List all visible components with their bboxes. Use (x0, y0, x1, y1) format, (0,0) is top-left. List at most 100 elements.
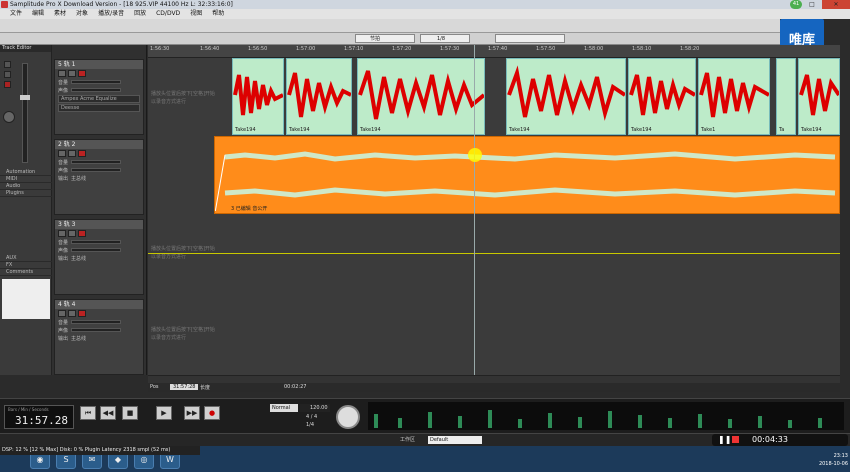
ruler-tick: 1:57:20 (392, 46, 412, 52)
audio-clip-take[interactable]: Take194 (357, 58, 485, 135)
track-3-name: 3 轨 3 (55, 220, 143, 229)
sync-mode[interactable]: Normal (270, 404, 298, 412)
stop-button[interactable]: ■ (122, 406, 138, 420)
track-1-fx-slot-1[interactable]: Ampex Acme Equalize (58, 95, 140, 103)
track-1-record[interactable] (78, 70, 86, 77)
pause-icon[interactable]: ❚❚ (718, 434, 731, 446)
close-button[interactable]: ✕ (822, 0, 850, 9)
track-2-volume[interactable] (71, 160, 122, 164)
waveform (629, 74, 695, 116)
menu-cd-dvd[interactable]: CD/DVD (156, 9, 180, 19)
notification-badge[interactable]: 41 (790, 0, 802, 9)
menu-view[interactable]: 视图 (190, 9, 202, 19)
pan-knob[interactable] (3, 111, 15, 123)
audio-clip-take[interactable]: Take194 (628, 58, 696, 135)
jog-wheel[interactable] (336, 405, 360, 429)
pos-value[interactable]: 31:57:28 (170, 384, 199, 390)
tempo-value[interactable]: 120.00 (300, 404, 330, 412)
track-2-header[interactable]: 2 轨 2 音量 声像 输出 主总线 (54, 139, 144, 215)
audio-clip-selected[interactable]: 3 已编辑 音公开 (214, 136, 840, 214)
track-3-volume[interactable] (71, 240, 122, 244)
audio-clip-take[interactable]: Take194 (798, 58, 840, 135)
sidebar-item-comments[interactable]: Comments (0, 269, 52, 276)
screen-recorder-widget[interactable]: ❚❚ 00:04:33 (712, 434, 848, 446)
audio-clip-take[interactable]: Take194 (286, 58, 352, 135)
automation-line[interactable] (148, 253, 840, 254)
ruler-tick: 1:56:40 (200, 46, 220, 52)
timeline-ruler[interactable]: 1:56:30 1:56:40 1:56:50 1:57:00 1:57:10 … (148, 45, 840, 58)
search-input[interactable] (495, 34, 565, 43)
track-4-solo[interactable] (68, 310, 76, 317)
track-1-pan[interactable] (71, 88, 122, 92)
ruler-tick: 1:57:30 (440, 46, 460, 52)
sidebar-item-audio[interactable]: Audio (0, 183, 52, 190)
menu-file[interactable]: 文件 (10, 9, 22, 19)
menu-material[interactable]: 素材 (54, 9, 66, 19)
hint-text: 播放头位置后按下[空格]开始 以录音方式进行 (151, 91, 215, 105)
track-4-header[interactable]: 4 轨 4 音量 声像 输出 主总线 (54, 299, 144, 375)
time-signature[interactable]: 4 / 4 (306, 414, 317, 420)
track-4-pan[interactable] (71, 328, 122, 332)
fast-forward-button[interactable]: ▶▶ (184, 406, 200, 420)
track-2-pan[interactable] (71, 168, 122, 172)
track-1-solo[interactable] (68, 70, 76, 77)
track-3-header[interactable]: 3 轨 3 音量 声像 输出 主总线 (54, 219, 144, 295)
window-title: Samplitude Pro X Download Version - [18 … (10, 1, 233, 8)
track-1-header[interactable]: 5 轨 1 音量 声像 Ampex Acme Equalize Deesse (54, 59, 144, 135)
sidebar-item-plugins[interactable]: Plugins (0, 190, 52, 197)
track-4-record[interactable] (78, 310, 86, 317)
audio-clip-take[interactable]: Take1 (698, 58, 770, 135)
track-3-solo[interactable] (68, 230, 76, 237)
waveform (287, 72, 351, 118)
playhead-cursor[interactable] (474, 45, 475, 383)
sidebar-item-fx[interactable]: FX (0, 262, 52, 269)
menu-playback[interactable]: 回放 (134, 9, 146, 19)
audio-clip-take[interactable]: Take194 (232, 58, 284, 135)
workspace-label: 工作区 (400, 437, 416, 443)
track-1-fx-slot-2[interactable]: Deesse (58, 104, 140, 112)
sidebar-item-automation[interactable]: Automation (0, 169, 52, 176)
time-display[interactable]: Bars / Min / Seconds 31:57.28 (4, 405, 74, 429)
workspace-select[interactable]: Default (428, 436, 482, 444)
record-button[interactable]: ● (204, 406, 220, 420)
audio-clip-take[interactable]: Ta (776, 58, 796, 135)
track-2-output[interactable]: 主总线 (71, 175, 86, 182)
snap-select[interactable]: 节拍 (355, 34, 415, 43)
menu-help[interactable]: 帮助 (212, 9, 224, 19)
record-arm-button[interactable] (4, 81, 11, 88)
track-3-pan[interactable] (71, 248, 122, 252)
play-button[interactable]: ▶ (156, 406, 172, 420)
grid-select[interactable]: 1/8 (420, 34, 470, 43)
maximize-button[interactable]: □ (804, 0, 820, 9)
solo-button[interactable] (4, 61, 11, 68)
track-editor-panel: Track Editor Automation MIDI Audio Plugi… (0, 45, 52, 375)
comments-box[interactable] (2, 279, 50, 319)
track-4-volume[interactable] (71, 320, 122, 324)
sidebar-item-midi[interactable]: MIDI (0, 176, 52, 183)
stop-record-icon[interactable] (732, 436, 739, 443)
track-1-mute[interactable] (58, 70, 66, 77)
track-3-output[interactable]: 主总线 (71, 255, 86, 262)
fader-handle[interactable] (20, 95, 30, 100)
sidebar-item-aux[interactable]: AUX (0, 255, 52, 262)
track-4-mute[interactable] (58, 310, 66, 317)
track-4-output[interactable]: 主总线 (71, 335, 86, 342)
quantize-value[interactable]: 1/4 (306, 422, 314, 428)
menu-object[interactable]: 对象 (76, 9, 88, 19)
track-2-record[interactable] (78, 150, 86, 157)
menu-playback-record[interactable]: 播放/录音 (98, 9, 124, 19)
track-2-mute[interactable] (58, 150, 66, 157)
audio-clip-take[interactable]: Take194 (506, 58, 626, 135)
mute-button[interactable] (4, 71, 11, 78)
rewind-start-button[interactable]: ⏮ (80, 406, 96, 420)
track-1-volume[interactable] (71, 80, 122, 84)
menu-edit[interactable]: 编辑 (32, 9, 44, 19)
main-toolbar (0, 19, 780, 33)
rewind-button[interactable]: ◀◀ (100, 406, 116, 420)
volume-fader[interactable] (22, 63, 28, 163)
track-3-mute[interactable] (58, 230, 66, 237)
track-3-record[interactable] (78, 230, 86, 237)
pos-label: Pos (150, 384, 159, 390)
track-2-solo[interactable] (68, 150, 76, 157)
secondary-toolbar: 节拍 1/8 (0, 33, 780, 45)
